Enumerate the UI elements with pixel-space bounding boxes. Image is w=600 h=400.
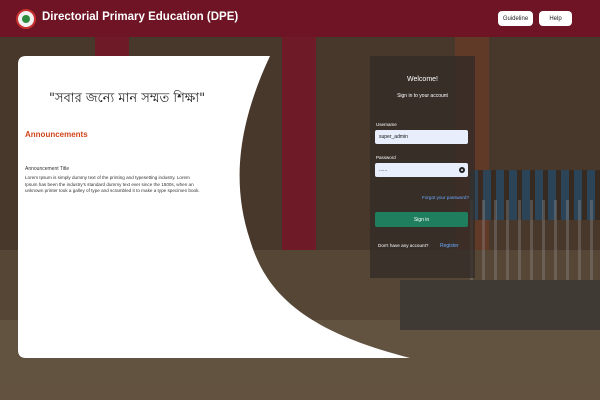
login-panel: Welcome! Sign in to your account Usernam…	[370, 56, 475, 278]
password-input[interactable]	[375, 163, 468, 177]
username-label: Username	[376, 122, 397, 127]
motto-quote: "সবার জন্যে মান সম্মত শিক্ষা"	[49, 91, 206, 106]
no-account-text: Don't have any account?	[378, 243, 429, 248]
announcement-title: Announcement Title	[25, 166, 70, 172]
show-password-icon[interactable]	[459, 167, 465, 173]
password-label: Password	[376, 155, 396, 160]
content-card: "সবার জন্যে মান সম্মত শিক্ষা" Announceme…	[0, 0, 600, 400]
signin-subtitle: Sign in to your account	[397, 93, 448, 99]
forgot-password-link[interactable]: Forgot your password?	[422, 195, 469, 200]
announcement-body: Lorem Ipsum is simply dummy text of the …	[25, 175, 200, 194]
username-input[interactable]	[375, 130, 468, 144]
announcements-heading: Announcements	[25, 130, 88, 139]
sign-in-button[interactable]: Sign in	[375, 212, 468, 227]
welcome-heading: Welcome!	[407, 76, 438, 83]
card-shape	[18, 56, 410, 358]
register-link[interactable]: Register	[440, 243, 459, 249]
